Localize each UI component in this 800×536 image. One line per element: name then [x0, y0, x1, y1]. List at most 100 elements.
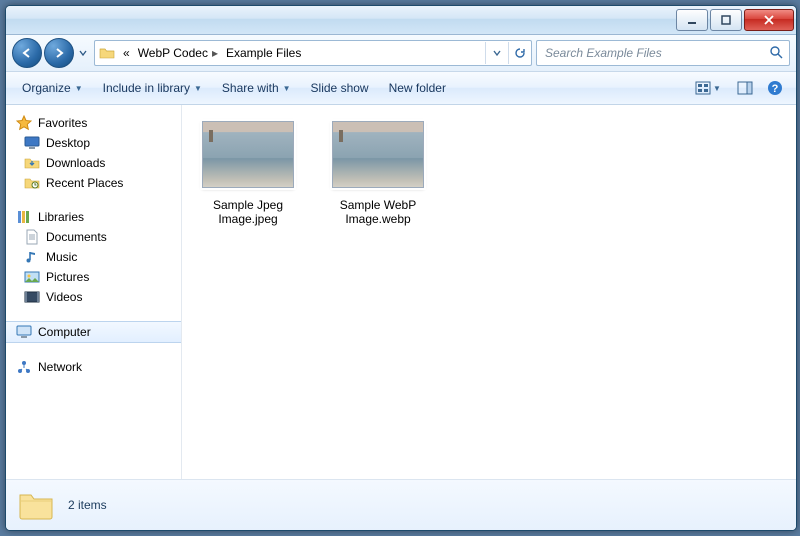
downloads-icon — [24, 155, 40, 171]
libraries-group: Libraries Documents Music Pictures Video… — [6, 207, 181, 307]
computer-icon — [16, 324, 32, 340]
breadcrumb-overflow[interactable]: « — [119, 41, 134, 65]
sidebar-item-label: Downloads — [46, 156, 105, 170]
refresh-button[interactable] — [508, 42, 531, 64]
chevron-down-icon — [79, 49, 87, 57]
organize-button[interactable]: Organize ▼ — [14, 76, 91, 100]
status-text: 2 items — [68, 498, 107, 512]
recent-locations-button[interactable] — [76, 42, 90, 64]
address-dropdown-button[interactable] — [485, 42, 508, 64]
file-item[interactable]: Sample Jpeg Image.jpeg — [198, 121, 298, 226]
share-with-button[interactable]: Share with ▼ — [214, 76, 299, 100]
search-icon — [769, 45, 783, 62]
arrow-right-icon — [52, 46, 66, 60]
preview-pane-icon — [737, 81, 753, 95]
sidebar-item-downloads[interactable]: Downloads — [6, 153, 181, 173]
file-name: Sample WebP Image.webp — [328, 198, 428, 226]
nav-buttons — [12, 38, 90, 68]
change-view-button[interactable]: ▼ — [688, 77, 728, 99]
sidebar-item-label: Network — [38, 360, 82, 374]
sidebar-item-videos[interactable]: Videos — [6, 287, 181, 307]
search-box[interactable] — [536, 40, 790, 66]
sidebar-item-computer[interactable]: Computer — [6, 321, 181, 343]
breadcrumb-overflow-label: « — [123, 46, 130, 60]
forward-button[interactable] — [44, 38, 74, 68]
arrow-left-icon — [20, 46, 34, 60]
titlebar[interactable] — [6, 6, 796, 35]
sidebar-item-label: Favorites — [38, 116, 87, 130]
sidebar-item-libraries[interactable]: Libraries — [6, 207, 181, 227]
maximize-icon — [721, 15, 731, 25]
refresh-icon — [514, 47, 526, 59]
close-icon — [763, 15, 775, 25]
navigation-pane[interactable]: Favorites Desktop Downloads Recent Place… — [6, 105, 182, 479]
sidebar-item-pictures[interactable]: Pictures — [6, 267, 181, 287]
include-label: Include in library — [103, 81, 190, 95]
sidebar-item-label: Recent Places — [46, 176, 123, 190]
network-icon — [16, 359, 32, 375]
sidebar-item-label: Computer — [38, 325, 91, 339]
body: Favorites Desktop Downloads Recent Place… — [6, 105, 796, 479]
newfolder-label: New folder — [389, 81, 446, 95]
address-bar-buttons — [485, 42, 531, 64]
breadcrumb-label: WebP Codec — [138, 46, 208, 60]
svg-text:?: ? — [772, 83, 779, 95]
file-thumbnail — [332, 121, 424, 188]
favorites-group: Favorites Desktop Downloads Recent Place… — [6, 113, 181, 193]
computer-group: Computer — [6, 321, 181, 343]
file-name: Sample Jpeg Image.jpeg — [198, 198, 298, 226]
breadcrumb-segment[interactable]: WebP Codec ▸ — [134, 41, 222, 65]
sidebar-item-network[interactable]: Network — [6, 357, 181, 377]
minimize-button[interactable] — [676, 9, 708, 31]
music-icon — [24, 249, 40, 265]
recent-places-icon — [24, 175, 40, 191]
sidebar-item-label: Libraries — [38, 210, 84, 224]
documents-icon — [24, 229, 40, 245]
new-folder-button[interactable]: New folder — [381, 76, 454, 100]
sidebar-item-desktop[interactable]: Desktop — [6, 133, 181, 153]
chevron-down-icon — [492, 48, 502, 58]
include-in-library-button[interactable]: Include in library ▼ — [95, 76, 210, 100]
chevron-down-icon: ▼ — [75, 84, 83, 93]
minimize-icon — [687, 15, 697, 25]
help-button[interactable]: ? — [762, 77, 788, 99]
details-pane: 2 items — [6, 479, 796, 530]
maximize-button[interactable] — [710, 9, 742, 31]
sidebar-item-label: Desktop — [46, 136, 90, 150]
chevron-down-icon: ▼ — [283, 84, 291, 93]
file-item[interactable]: Sample WebP Image.webp — [328, 121, 428, 226]
breadcrumb-label: Example Files — [226, 46, 301, 60]
sidebar-item-recent-places[interactable]: Recent Places — [6, 173, 181, 193]
preview-pane-button[interactable] — [732, 77, 758, 99]
pictures-icon — [24, 269, 40, 285]
chevron-down-icon: ▼ — [713, 84, 721, 93]
help-icon: ? — [767, 80, 783, 96]
chevron-down-icon: ▼ — [194, 84, 202, 93]
search-input[interactable] — [543, 45, 765, 61]
file-thumbnail — [202, 121, 294, 188]
file-list[interactable]: Sample Jpeg Image.jpeg Sample WebP Image… — [182, 105, 796, 479]
explorer-window: « WebP Codec ▸ Example Files — [5, 5, 797, 531]
share-label: Share with — [222, 81, 279, 95]
breadcrumb-segment[interactable]: Example Files — [222, 41, 305, 65]
slideshow-label: Slide show — [311, 81, 369, 95]
sidebar-item-documents[interactable]: Documents — [6, 227, 181, 247]
network-group: Network — [6, 357, 181, 377]
slide-show-button[interactable]: Slide show — [303, 76, 377, 100]
view-icon — [695, 81, 711, 95]
libraries-icon — [16, 209, 32, 225]
back-button[interactable] — [12, 38, 42, 68]
videos-icon — [24, 289, 40, 305]
sidebar-item-favorites[interactable]: Favorites — [6, 113, 181, 133]
star-icon — [16, 115, 32, 131]
folder-icon — [99, 45, 115, 61]
sidebar-item-label: Pictures — [46, 270, 89, 284]
desktop-icon — [24, 135, 40, 151]
chevron-right-icon: ▸ — [212, 46, 218, 60]
address-bar[interactable]: « WebP Codec ▸ Example Files — [94, 40, 532, 66]
folder-icon — [18, 489, 54, 521]
close-button[interactable] — [744, 9, 794, 31]
organize-label: Organize — [22, 81, 71, 95]
sidebar-item-label: Music — [46, 250, 77, 264]
sidebar-item-music[interactable]: Music — [6, 247, 181, 267]
